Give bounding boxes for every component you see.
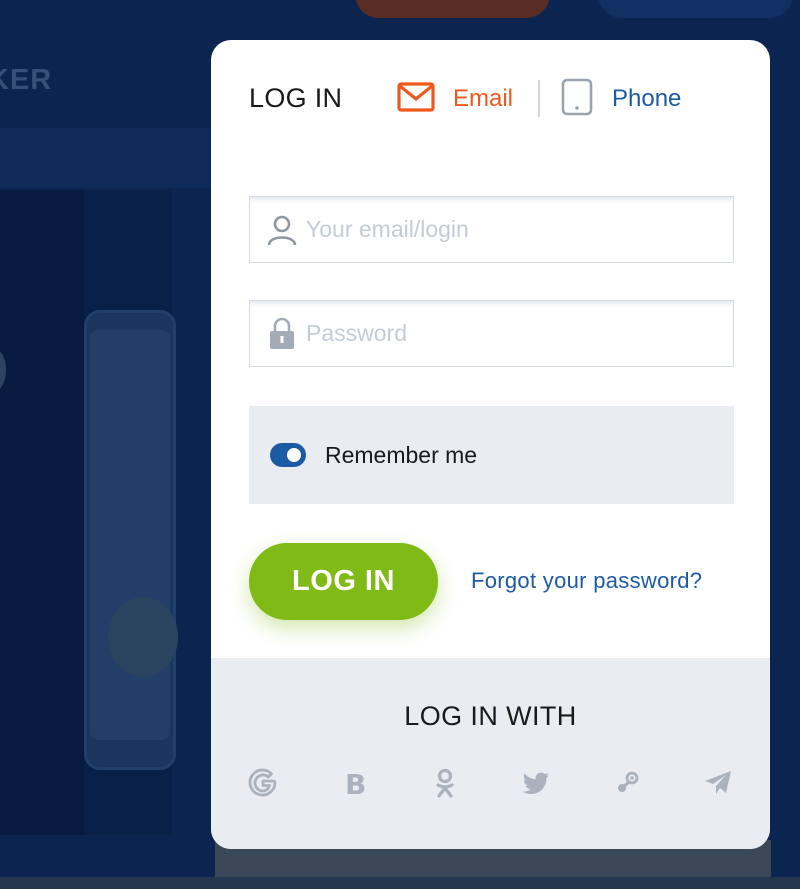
forgot-password-link[interactable]: Forgot your password? xyxy=(471,568,702,594)
google-icon[interactable] xyxy=(246,766,280,800)
tab-email-label: Email xyxy=(453,85,514,112)
promo-panel-dark xyxy=(0,190,84,835)
header-button-registration xyxy=(355,0,550,18)
twitter-icon[interactable] xyxy=(519,766,553,800)
mobile-phone-icon xyxy=(560,78,594,121)
b-icon[interactable]: B xyxy=(338,766,372,800)
login-modal: LOG IN Email Phone Your email/login Reme… xyxy=(211,40,770,849)
lock-icon xyxy=(262,317,302,351)
page-footer xyxy=(0,877,800,889)
login-button[interactable]: LOG IN xyxy=(249,543,438,620)
password-field[interactable] xyxy=(249,300,734,367)
remember-me-toggle[interactable] xyxy=(270,443,306,467)
steam-icon[interactable] xyxy=(610,766,644,800)
social-login-section: LOG IN WITH B xyxy=(211,658,770,849)
remember-me-row: Remember me xyxy=(249,406,734,504)
tab-phone[interactable]: Phone xyxy=(560,78,682,121)
brand-fragment: KER xyxy=(0,64,53,96)
social-login-title: LOG IN WITH xyxy=(404,701,577,731)
password-input[interactable] xyxy=(306,320,706,347)
tab-email[interactable]: Email xyxy=(397,80,513,118)
tab-divider xyxy=(538,80,540,117)
svg-text:B: B xyxy=(345,768,366,799)
email-field[interactable] xyxy=(249,196,734,263)
user-icon xyxy=(262,213,302,247)
promo-phone-screen xyxy=(90,330,170,740)
email-input[interactable] xyxy=(306,216,706,243)
tab-phone-label: Phone xyxy=(612,85,682,112)
login-title: LOG IN xyxy=(249,83,343,113)
telegram-icon[interactable] xyxy=(701,766,735,800)
odnoklassniki-icon[interactable] xyxy=(428,766,462,800)
promo-bubble xyxy=(108,597,178,677)
header-button-login xyxy=(598,0,793,18)
background-band xyxy=(0,128,212,188)
remember-me-label: Remember me xyxy=(325,441,478,468)
envelope-icon xyxy=(397,81,435,117)
